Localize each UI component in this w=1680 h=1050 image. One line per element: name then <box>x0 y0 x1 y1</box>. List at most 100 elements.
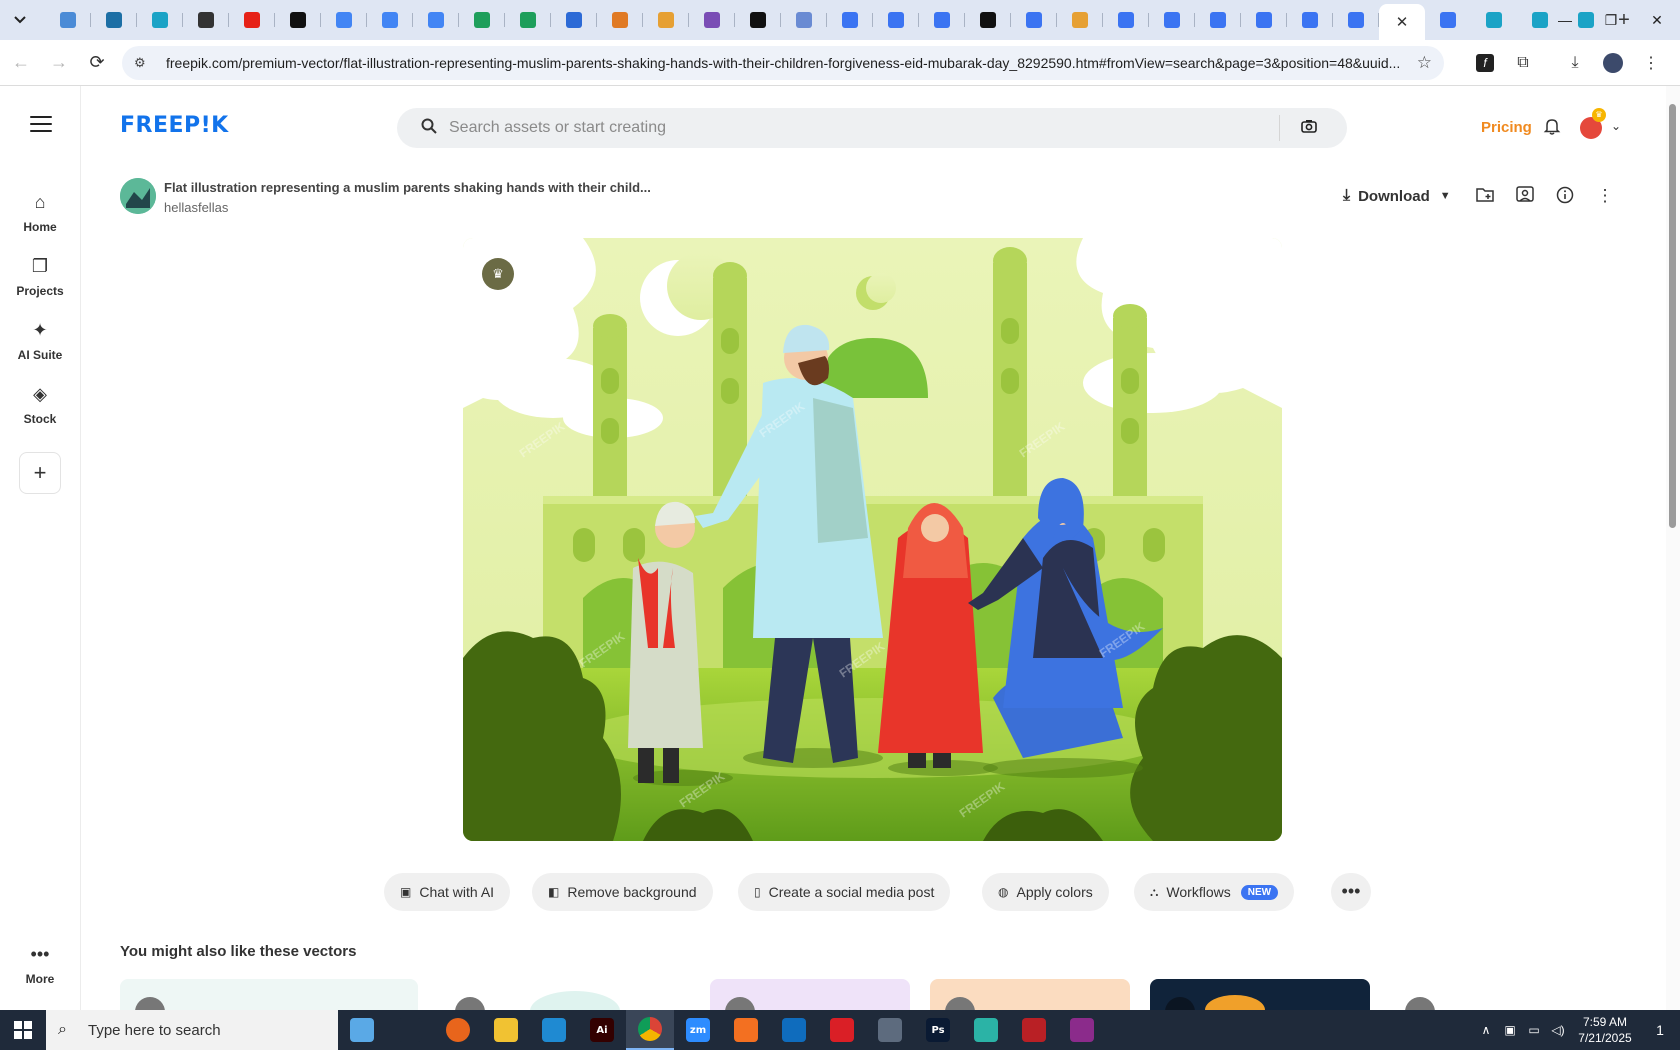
related-thumbnail[interactable] <box>1390 979 1520 1010</box>
taskbar-search-input[interactable] <box>88 1021 268 1039</box>
rail-item-projects[interactable]: ❐ Projects <box>0 256 80 298</box>
downloads-icon[interactable]: ⤓ <box>1556 46 1594 80</box>
address-bar[interactable]: ⚙ freepik.com/premium-vector/flat-illust… <box>122 45 1444 80</box>
browser-tab[interactable] <box>275 4 321 36</box>
network-icon[interactable]: ▭ <box>1522 1023 1546 1037</box>
download-button[interactable]: ⤓ Download ▼ <box>1343 187 1451 205</box>
browser-menu-icon[interactable]: ⋮ <box>1632 46 1670 80</box>
chevron-up-icon[interactable]: ∧ <box>1474 1023 1498 1037</box>
extensions-icon[interactable]: ⧉ <box>1504 46 1542 80</box>
rail-item-ai-suite[interactable]: ✦ AI Suite <box>0 320 80 362</box>
browser-tab[interactable] <box>643 4 689 36</box>
close-tab-icon[interactable]: ✕ <box>1396 13 1409 31</box>
taskbar-app[interactable] <box>962 1010 1010 1050</box>
apply-colors-button[interactable]: ◍ Apply colors <box>982 873 1109 911</box>
browser-tab[interactable] <box>919 4 965 36</box>
bell-icon[interactable] <box>1543 117 1561 140</box>
volume-icon[interactable]: ◁) <box>1546 1023 1570 1037</box>
font-extension-icon[interactable]: f <box>1466 46 1504 80</box>
taskbar-app[interactable] <box>722 1010 770 1050</box>
taskbar-app[interactable] <box>386 1010 434 1050</box>
profile-avatar[interactable] <box>1594 46 1632 80</box>
browser-tab[interactable] <box>413 4 459 36</box>
taskbar-app[interactable] <box>626 1010 674 1050</box>
browser-tab[interactable] <box>735 4 781 36</box>
browser-tab[interactable] <box>459 4 505 36</box>
back-button[interactable]: ← <box>4 46 38 80</box>
create-social-post-button[interactable]: ▯ Create a social media post <box>738 873 951 911</box>
restore-button[interactable]: ❐ <box>1588 0 1634 40</box>
browser-tab[interactable] <box>321 4 367 36</box>
browser-tab[interactable] <box>45 4 91 36</box>
chevron-down-icon[interactable]: ⌄ <box>1611 119 1621 133</box>
related-thumbnail[interactable] <box>440 979 682 1010</box>
taskbar-app[interactable] <box>1010 1010 1058 1050</box>
camera-search-icon[interactable] <box>1280 119 1338 138</box>
taskbar-app[interactable]: Ps <box>914 1010 962 1050</box>
browser-tab[interactable] <box>1057 4 1103 36</box>
remove-background-button[interactable]: ◧ Remove background <box>532 873 713 911</box>
bookmark-star-icon[interactable]: ☆ <box>1417 53 1432 73</box>
browser-tab[interactable] <box>1103 4 1149 36</box>
forward-button[interactable]: → <box>42 46 76 80</box>
add-button[interactable]: + <box>19 452 61 494</box>
browser-tab[interactable] <box>965 4 1011 36</box>
url-text[interactable]: freepik.com/premium-vector/flat-illustra… <box>166 55 1409 71</box>
browser-tab[interactable] <box>551 4 597 36</box>
browser-tab[interactable] <box>1287 4 1333 36</box>
close-window-button[interactable]: ✕ <box>1634 0 1680 40</box>
taskbar-app[interactable] <box>866 1010 914 1050</box>
workflows-button[interactable]: ⛬ Workflows NEW <box>1134 873 1295 911</box>
browser-tab[interactable] <box>1241 4 1287 36</box>
rail-item-more[interactable]: ••• More <box>0 944 80 986</box>
taskbar-app[interactable] <box>770 1010 818 1050</box>
save-to-folder-icon[interactable] <box>1472 186 1498 207</box>
browser-tab[interactable] <box>781 4 827 36</box>
reload-button[interactable]: ⟳ <box>80 46 114 80</box>
rail-item-home[interactable]: ⌂ Home <box>0 192 80 234</box>
meet-now-icon[interactable]: ▣ <box>1498 1023 1522 1037</box>
tab-search-button[interactable] <box>7 7 33 33</box>
scrollbar-thumb[interactable] <box>1669 104 1676 528</box>
site-info-icon[interactable]: ⚙ <box>134 55 156 71</box>
taskbar-app[interactable]: zm <box>674 1010 722 1050</box>
browser-tab[interactable] <box>367 4 413 36</box>
browser-tab[interactable] <box>91 4 137 36</box>
related-thumbnail[interactable] <box>930 979 1130 1010</box>
browser-tab[interactable] <box>1011 4 1057 36</box>
notification-center-icon[interactable]: 1 <box>1640 1022 1680 1038</box>
resource-preview-image[interactable]: FREEPIK FREEPIK FREEPIK FREEPIK FREEPIK … <box>463 238 1282 841</box>
freepik-logo[interactable]: FREEP!K <box>120 113 229 138</box>
browser-tab[interactable] <box>873 4 919 36</box>
browser-tab[interactable] <box>137 4 183 36</box>
menu-icon[interactable] <box>30 116 52 132</box>
browser-tab[interactable] <box>689 4 735 36</box>
search-input[interactable] <box>449 119 1279 137</box>
browser-tab[interactable] <box>597 4 643 36</box>
tab-active[interactable]: ✕ <box>1379 4 1425 40</box>
taskbar-app[interactable] <box>530 1010 578 1050</box>
browser-tab[interactable] <box>1425 4 1471 36</box>
related-thumbnail[interactable] <box>710 979 910 1010</box>
taskbar-app[interactable] <box>338 1010 386 1050</box>
start-button[interactable] <box>0 1010 46 1050</box>
browser-tab[interactable] <box>505 4 551 36</box>
edit-image-icon[interactable] <box>1512 186 1538 207</box>
browser-tab[interactable] <box>183 4 229 36</box>
browser-tab[interactable] <box>827 4 873 36</box>
pricing-link[interactable]: Pricing <box>1481 119 1532 136</box>
taskbar-app[interactable] <box>1058 1010 1106 1050</box>
taskbar-app[interactable] <box>434 1010 482 1050</box>
info-icon[interactable] <box>1552 186 1578 209</box>
browser-tab[interactable] <box>229 4 275 36</box>
taskbar-app[interactable] <box>818 1010 866 1050</box>
related-thumbnail[interactable] <box>120 979 418 1010</box>
browser-tab[interactable] <box>1471 4 1517 36</box>
chat-with-ai-button[interactable]: ▣ Chat with AI <box>384 873 511 911</box>
author-avatar[interactable] <box>120 178 156 214</box>
browser-tab[interactable] <box>1333 4 1379 36</box>
taskbar-app[interactable] <box>482 1010 530 1050</box>
taskbar-clock[interactable]: 7:59 AM 7/21/2025 <box>1570 1014 1640 1046</box>
resource-author[interactable]: hellasfellas <box>164 200 228 215</box>
more-options-icon[interactable]: ⋮ <box>1592 186 1618 206</box>
